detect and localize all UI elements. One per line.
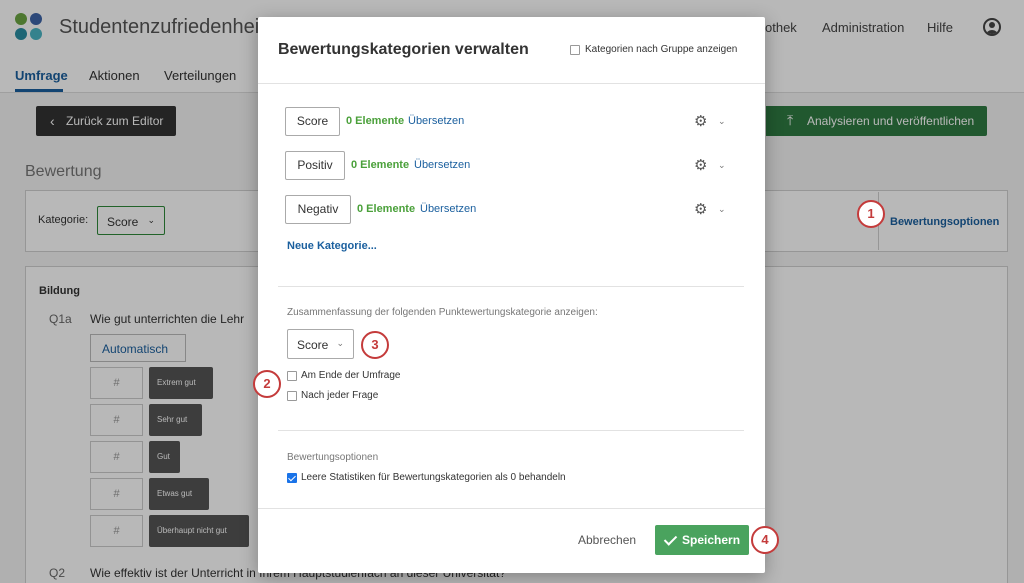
scoring-options-heading: Bewertungsoptionen bbox=[287, 452, 379, 463]
callout-marker: 4 bbox=[751, 526, 779, 554]
end-of-survey-label: Am Ende der Umfrage bbox=[301, 370, 401, 381]
end-of-survey-checkbox[interactable] bbox=[287, 371, 297, 381]
translate-link[interactable]: Übersetzen bbox=[408, 115, 464, 127]
category-name-negativ[interactable]: Negativ bbox=[285, 195, 351, 224]
section-divider bbox=[278, 430, 744, 431]
footer-divider bbox=[258, 508, 765, 509]
gear-icon[interactable]: ⚙ bbox=[694, 158, 707, 173]
category-count: 0 Elemente bbox=[351, 159, 410, 171]
summary-category-value: Score bbox=[297, 338, 329, 352]
after-each-question-label: Nach jeder Frage bbox=[301, 390, 379, 401]
summary-category-select[interactable]: Score ⌄ bbox=[287, 329, 354, 359]
translate-link[interactable]: Übersetzen bbox=[414, 159, 470, 171]
gear-icon[interactable]: ⚙ bbox=[694, 114, 707, 129]
header-divider bbox=[258, 83, 765, 84]
group-by-label: Kategorien nach Gruppe anzeigen bbox=[585, 44, 738, 55]
category-count: 0 Elemente bbox=[357, 203, 416, 215]
summary-label: Zusammenfassung der folgenden Punktewert… bbox=[287, 307, 598, 318]
callout-marker: 1 bbox=[857, 200, 885, 228]
checkmark-icon bbox=[663, 532, 678, 546]
category-name-score[interactable]: Score bbox=[285, 107, 340, 136]
save-button[interactable]: Speichern bbox=[655, 525, 749, 555]
treat-empty-as-zero-label: Leere Statistiken für Bewertungskategori… bbox=[301, 472, 566, 483]
after-each-question-checkbox[interactable] bbox=[287, 391, 297, 401]
chevron-down-icon[interactable]: ⌄ bbox=[718, 116, 726, 127]
dialog-title: Bewertungskategorien verwalten bbox=[278, 41, 529, 58]
treat-empty-as-zero-checkbox[interactable] bbox=[287, 473, 297, 483]
save-label: Speichern bbox=[682, 533, 741, 547]
new-category-link[interactable]: Neue Kategorie... bbox=[287, 240, 377, 252]
translate-link[interactable]: Übersetzen bbox=[420, 203, 476, 215]
gear-icon[interactable]: ⚙ bbox=[694, 202, 707, 217]
chevron-down-icon: ⌄ bbox=[336, 338, 344, 348]
category-count: 0 Elemente bbox=[346, 115, 405, 127]
category-name-positiv[interactable]: Positiv bbox=[285, 151, 345, 180]
callout-marker: 3 bbox=[361, 331, 389, 359]
section-divider bbox=[278, 286, 744, 287]
cancel-button[interactable]: Abbrechen bbox=[578, 533, 636, 547]
callout-marker: 2 bbox=[253, 370, 281, 398]
group-by-checkbox[interactable] bbox=[570, 45, 580, 55]
chevron-down-icon[interactable]: ⌄ bbox=[718, 160, 726, 171]
manage-scoring-categories-dialog: Bewertungskategorien verwalten Kategorie… bbox=[258, 17, 765, 573]
chevron-down-icon[interactable]: ⌄ bbox=[718, 204, 726, 215]
